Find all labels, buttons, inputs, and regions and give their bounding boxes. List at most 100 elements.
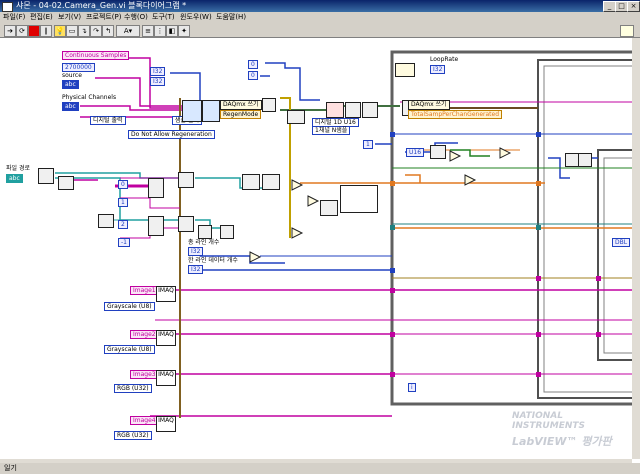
timer-node[interactable]: [395, 63, 415, 77]
function-node-7[interactable]: [242, 174, 260, 190]
grayscale-u8-const-2[interactable]: Grayscale (U8): [104, 345, 155, 354]
retain-wire-icon[interactable]: ▭: [66, 25, 78, 37]
daqmx-write-data-node[interactable]: [326, 102, 344, 118]
menu-window[interactable]: 윈도우(W): [180, 12, 212, 23]
daqmx-start-node[interactable]: [345, 102, 361, 118]
image3-control[interactable]: Image3: [130, 370, 159, 379]
file-open-node[interactable]: [38, 168, 54, 184]
step-out-icon[interactable]: ↰: [102, 25, 114, 37]
total-samp-property[interactable]: TotalSampPerChanGenerated: [408, 110, 503, 119]
imaq-create-node-4[interactable]: IMAQ: [156, 416, 176, 432]
align-icon[interactable]: ≡: [142, 25, 154, 37]
grayscale-u8-const-1[interactable]: Grayscale (U8): [104, 302, 155, 311]
file-path-label: 파일 경로: [6, 165, 30, 172]
regen-mode-property[interactable]: RegenMode: [220, 110, 262, 119]
vertical-scrollbar[interactable]: [632, 38, 640, 459]
zero-const-2[interactable]: 0: [248, 71, 258, 80]
tunnel-3: [390, 225, 395, 230]
wire-num-1: [170, 72, 215, 104]
menu-tools[interactable]: 도구(T): [152, 12, 175, 23]
loop-rate-indicator: I32: [430, 65, 446, 74]
index-array-node-2[interactable]: [148, 216, 164, 236]
menu-help[interactable]: 도움말(H): [216, 12, 246, 23]
menu-view[interactable]: 보기(V): [58, 12, 81, 23]
u16-const[interactable]: U16: [406, 148, 425, 157]
menu-edit[interactable]: 편집(E): [30, 12, 53, 23]
function-node-9[interactable]: [320, 200, 338, 216]
close-button[interactable]: ×: [627, 1, 640, 12]
inner-loop-frame: [603, 157, 632, 354]
image2-control[interactable]: Image2: [130, 330, 159, 339]
tunnel-12: [536, 332, 541, 337]
tunnel-9: [536, 181, 541, 186]
zero-const-3[interactable]: 0: [118, 180, 128, 189]
split-node-1[interactable]: [178, 172, 194, 188]
minus-one-const[interactable]: -1: [118, 238, 130, 247]
split-node-2[interactable]: [178, 216, 194, 232]
one-const-1[interactable]: 1: [363, 140, 373, 149]
case-selector-frame[interactable]: [340, 185, 378, 213]
function-node-3[interactable]: [565, 153, 579, 167]
loop-rate-label: LoopRate: [430, 56, 459, 63]
function-node-5[interactable]: [198, 225, 212, 239]
menu-project[interactable]: 프로젝트(P): [86, 12, 121, 23]
line-data-count-label: 한 라인 데이터 개수: [188, 257, 238, 264]
zero-const-1[interactable]: 0: [248, 60, 258, 69]
source-control[interactable]: abc: [62, 80, 79, 89]
i32-const-2[interactable]: I32: [150, 77, 166, 86]
physical-channels-control[interactable]: abc: [62, 102, 79, 111]
block-diagram[interactable]: Continuous Samples 2700000 source abc Ph…: [0, 38, 632, 459]
daqmx-write-node-2[interactable]: DAQmx 쓰기: [408, 100, 450, 110]
distribute-icon[interactable]: ⋮: [154, 25, 166, 37]
function-node-2[interactable]: [430, 145, 446, 159]
array-node-1[interactable]: [262, 98, 276, 112]
file-read-node[interactable]: [58, 176, 74, 190]
rgb-u32-const-1[interactable]: RGB (U32): [114, 384, 152, 393]
continuous-samples-const[interactable]: Continuous Samples: [62, 51, 130, 60]
image4-control[interactable]: Image4: [130, 416, 159, 425]
one-const-2[interactable]: 1: [118, 198, 128, 207]
daqmx-timing-node[interactable]: [202, 100, 220, 122]
step-into-icon[interactable]: ↴: [78, 25, 90, 37]
daqmx-write-node-1[interactable]: DAQmx 쓰기: [220, 100, 262, 110]
index-array-node-1[interactable]: [148, 178, 164, 198]
tunnel-4: [390, 268, 395, 273]
rgb-u32-const-2[interactable]: RGB (U32): [114, 431, 152, 440]
step-over-icon[interactable]: ↷: [90, 25, 102, 37]
regen-mode-const[interactable]: Do Not Allow Regeneration: [128, 130, 215, 139]
function-node-4[interactable]: [578, 153, 592, 167]
source-label: source: [62, 72, 82, 79]
image1-control[interactable]: Image1: [130, 286, 159, 295]
menu-operate[interactable]: 수행(O): [124, 12, 148, 23]
highlight-execution-icon[interactable]: 💡: [54, 25, 66, 37]
file-info-node[interactable]: [98, 214, 114, 228]
file-path-control[interactable]: abc: [6, 174, 23, 183]
daqmx-task-node[interactable]: [362, 102, 378, 118]
cleanup-icon[interactable]: ✦: [178, 25, 190, 37]
pause-icon[interactable]: ∥: [40, 25, 52, 37]
daqmx-create-channel-node[interactable]: [182, 100, 202, 122]
i32-const-1[interactable]: I32: [150, 67, 166, 76]
function-node-8[interactable]: [262, 174, 280, 190]
compare-node-2: [307, 195, 320, 207]
reorder-icon[interactable]: ◧: [166, 25, 178, 37]
function-node-6[interactable]: [220, 225, 234, 239]
compare-node-6: [449, 150, 462, 162]
menu-file[interactable]: 파일(F): [3, 12, 25, 23]
abort-icon[interactable]: [28, 25, 40, 37]
ni-brand-line-2: INSTRUMENTS: [512, 421, 585, 431]
imaq-create-node-3[interactable]: IMAQ: [156, 370, 176, 386]
inner-case-frame: [543, 65, 632, 393]
run-arrow-icon[interactable]: ➔: [4, 25, 16, 37]
single-channel-ring[interactable]: 1채널 N샘플: [312, 126, 351, 135]
tunnel-11: [536, 276, 541, 281]
two-const[interactable]: 2: [118, 220, 128, 229]
imaq-create-node-1[interactable]: IMAQ: [156, 286, 176, 302]
vi-icon: [620, 25, 634, 37]
imaq-create-node-2[interactable]: IMAQ: [156, 330, 176, 346]
run-continuous-icon[interactable]: ⟳: [16, 25, 28, 37]
function-node-1[interactable]: [287, 110, 305, 124]
digital-output-ring[interactable]: 디지털 출력: [90, 116, 126, 125]
rate-const[interactable]: 2700000: [62, 63, 95, 72]
text-settings-icon[interactable]: A▾: [116, 25, 140, 37]
